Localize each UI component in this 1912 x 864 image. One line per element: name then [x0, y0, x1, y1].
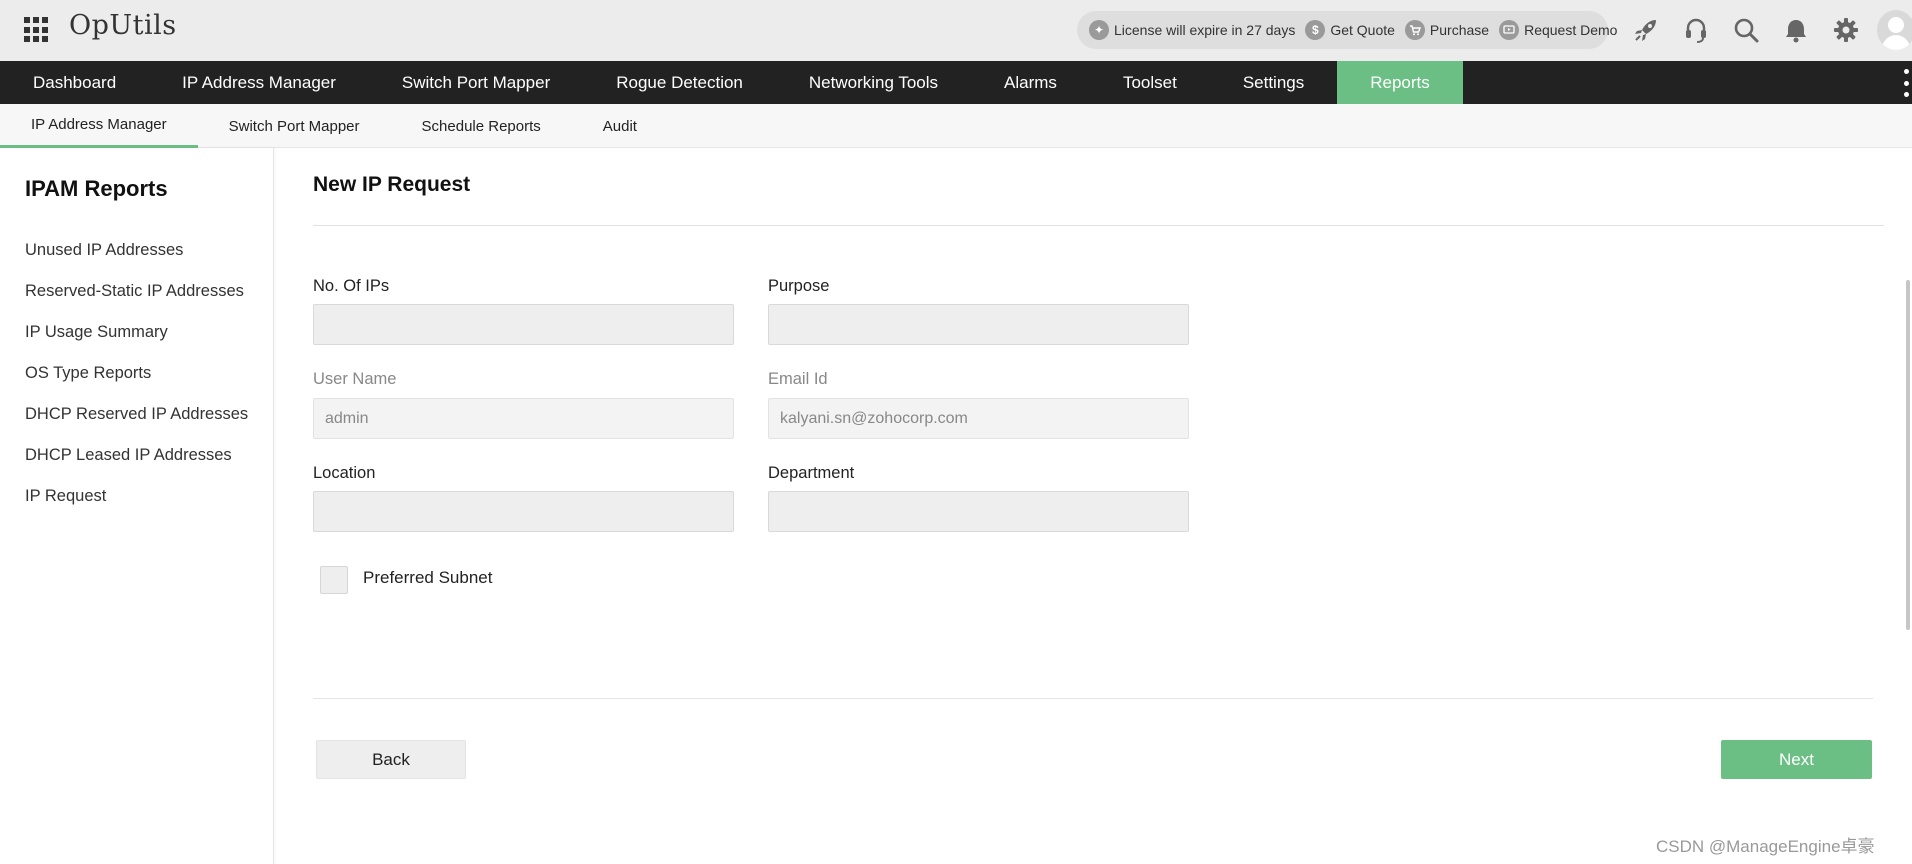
sidebar-item-ip-usage-summary[interactable]: IP Usage Summary [25, 322, 260, 343]
bell-icon[interactable] [1778, 12, 1814, 48]
sidebar-list: Unused IP Addresses Reserved-Static IP A… [25, 240, 260, 527]
nav-ip-address-manager[interactable]: IP Address Manager [149, 61, 369, 104]
location-input[interactable] [313, 491, 734, 532]
more-vertical-icon[interactable] [1900, 69, 1912, 97]
form-footer-divider [313, 698, 1873, 699]
reports-sidebar: IPAM Reports Unused IP Addresses Reserve… [0, 148, 274, 864]
nav-dashboard[interactable]: Dashboard [0, 61, 149, 104]
watermark-text: CSDN @ManageEngine卓豪 [1656, 837, 1875, 856]
sidebar-item-ip-request[interactable]: IP Request [25, 486, 260, 507]
request-demo-link[interactable]: Request Demo [1499, 20, 1617, 40]
sidebar-item-os-type-reports[interactable]: OS Type Reports [25, 363, 260, 384]
headset-icon[interactable] [1678, 12, 1714, 48]
header-icon-bar [1628, 12, 1878, 48]
sidebar-item-dhcp-leased-ip[interactable]: DHCP Leased IP Addresses [25, 445, 260, 466]
next-button[interactable]: Next [1721, 740, 1872, 779]
app-title: OpUtils [69, 10, 177, 41]
sidebar-item-reserved-static-ip[interactable]: Reserved-Static IP Addresses [25, 281, 260, 302]
department-label: Department [768, 464, 855, 482]
cart-icon [1404, 20, 1425, 40]
sub-nav: IP Address Manager Switch Port Mapper Sc… [0, 104, 1912, 148]
dollar-icon: $ [1305, 20, 1326, 40]
department-input[interactable] [768, 491, 1189, 532]
request-demo-label: Request Demo [1524, 22, 1618, 38]
user-name-label: User Name [313, 370, 397, 388]
subtab-ip-address-manager[interactable]: IP Address Manager [0, 104, 198, 148]
license-status[interactable]: ✦ License will expire in 27 days [1089, 20, 1295, 40]
nav-networking-tools[interactable]: Networking Tools [776, 61, 971, 104]
rocket-icon[interactable] [1628, 12, 1664, 48]
location-label: Location [313, 464, 376, 482]
nav-rogue-detection[interactable]: Rogue Detection [583, 61, 776, 104]
user-avatar-icon[interactable] [1877, 10, 1912, 50]
purpose-input[interactable] [768, 304, 1189, 345]
purchase-label: Purchase [1429, 22, 1490, 38]
demo-icon [1499, 20, 1520, 40]
title-divider [313, 225, 1884, 226]
nav-reports[interactable]: Reports [1337, 61, 1463, 104]
get-quote-label: Get Quote [1330, 22, 1395, 38]
purpose-label: Purpose [768, 277, 830, 295]
nav-switch-port-mapper[interactable]: Switch Port Mapper [369, 61, 583, 104]
nav-toolset[interactable]: Toolset [1090, 61, 1210, 104]
main-nav: Dashboard IP Address Manager Switch Port… [0, 61, 1912, 104]
no-of-ips-label: No. Of IPs [313, 277, 390, 295]
subtab-audit[interactable]: Audit [572, 104, 668, 148]
email-id-field: kalyani.sn@zohocorp.com [768, 398, 1189, 439]
page-title: New IP Request [313, 173, 471, 196]
user-name-field: admin [313, 398, 734, 439]
search-icon[interactable] [1728, 12, 1764, 48]
license-banner: ✦ License will expire in 27 days $ Get Q… [1077, 11, 1617, 49]
apps-grid-icon[interactable] [24, 17, 50, 43]
get-quote-link[interactable]: $ Get Quote [1305, 20, 1395, 40]
subtab-schedule-reports[interactable]: Schedule Reports [391, 104, 572, 148]
sidebar-item-unused-ip[interactable]: Unused IP Addresses [25, 240, 260, 261]
nav-settings[interactable]: Settings [1210, 61, 1337, 104]
gear-icon[interactable] [1828, 12, 1864, 48]
back-button[interactable]: Back [316, 740, 466, 779]
no-of-ips-input[interactable] [313, 304, 734, 345]
preferred-subnet-checkbox[interactable] [320, 566, 348, 594]
main-content: New IP Request No. Of IPs Purpose User N… [274, 148, 1912, 864]
preferred-subnet-label: Preferred Subnet [363, 568, 493, 587]
license-icon: ✦ [1089, 20, 1109, 40]
sidebar-title: IPAM Reports [25, 176, 168, 201]
sidebar-item-dhcp-reserved-ip[interactable]: DHCP Reserved IP Addresses [25, 404, 260, 425]
top-header: OpUtils ✦ License will expire in 27 days… [0, 0, 1912, 61]
subtab-switch-port-mapper[interactable]: Switch Port Mapper [198, 104, 391, 148]
page-scrollbar[interactable] [1906, 280, 1910, 630]
purchase-link[interactable]: Purchase [1404, 20, 1490, 40]
license-text: License will expire in 27 days [1114, 22, 1296, 38]
nav-alarms[interactable]: Alarms [971, 61, 1090, 104]
email-id-label: Email Id [768, 370, 828, 388]
